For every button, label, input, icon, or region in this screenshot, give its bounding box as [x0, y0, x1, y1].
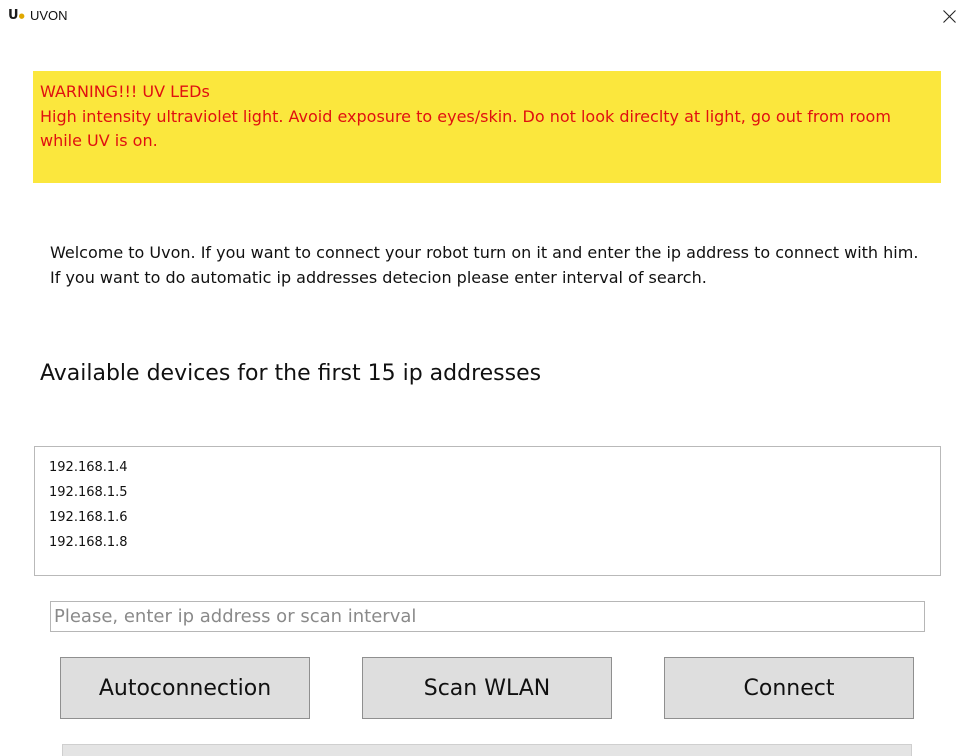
ip-address-input[interactable]: [50, 601, 925, 632]
title-bar: U● UVON: [0, 0, 971, 32]
devices-heading: Available devices for the first 15 ip ad…: [40, 361, 542, 386]
close-icon: [942, 9, 956, 23]
device-list-item[interactable]: 192.168.1.8: [49, 530, 926, 555]
scan-wlan-button[interactable]: Scan WLAN: [362, 657, 612, 719]
warning-text-line2: while UV is on.: [40, 131, 158, 150]
device-list-item[interactable]: 192.168.1.5: [49, 480, 926, 505]
bottom-control-partial: [62, 744, 912, 756]
warning-title: WARNING!!! UV LEDs: [40, 82, 210, 101]
app-window: U● UVON WARNING!!! UV LEDs High intensit…: [0, 0, 971, 756]
window-title: UVON: [30, 8, 68, 23]
device-list-item[interactable]: 192.168.1.6: [49, 505, 926, 530]
app-logo-icon: U●: [8, 8, 25, 23]
uv-warning-banner: WARNING!!! UV LEDs High intensity ultrav…: [33, 71, 941, 183]
device-list-item[interactable]: 192.168.1.4: [49, 455, 926, 480]
welcome-text: Welcome to Uvon. If you want to connect …: [50, 243, 919, 287]
autoconnection-button[interactable]: Autoconnection: [60, 657, 310, 719]
device-list[interactable]: 192.168.1.4 192.168.1.5 192.168.1.6 192.…: [34, 446, 941, 576]
close-button[interactable]: [927, 0, 971, 32]
connect-button[interactable]: Connect: [664, 657, 914, 719]
warning-text-line1: High intensity ultraviolet light. Avoid …: [40, 106, 891, 126]
